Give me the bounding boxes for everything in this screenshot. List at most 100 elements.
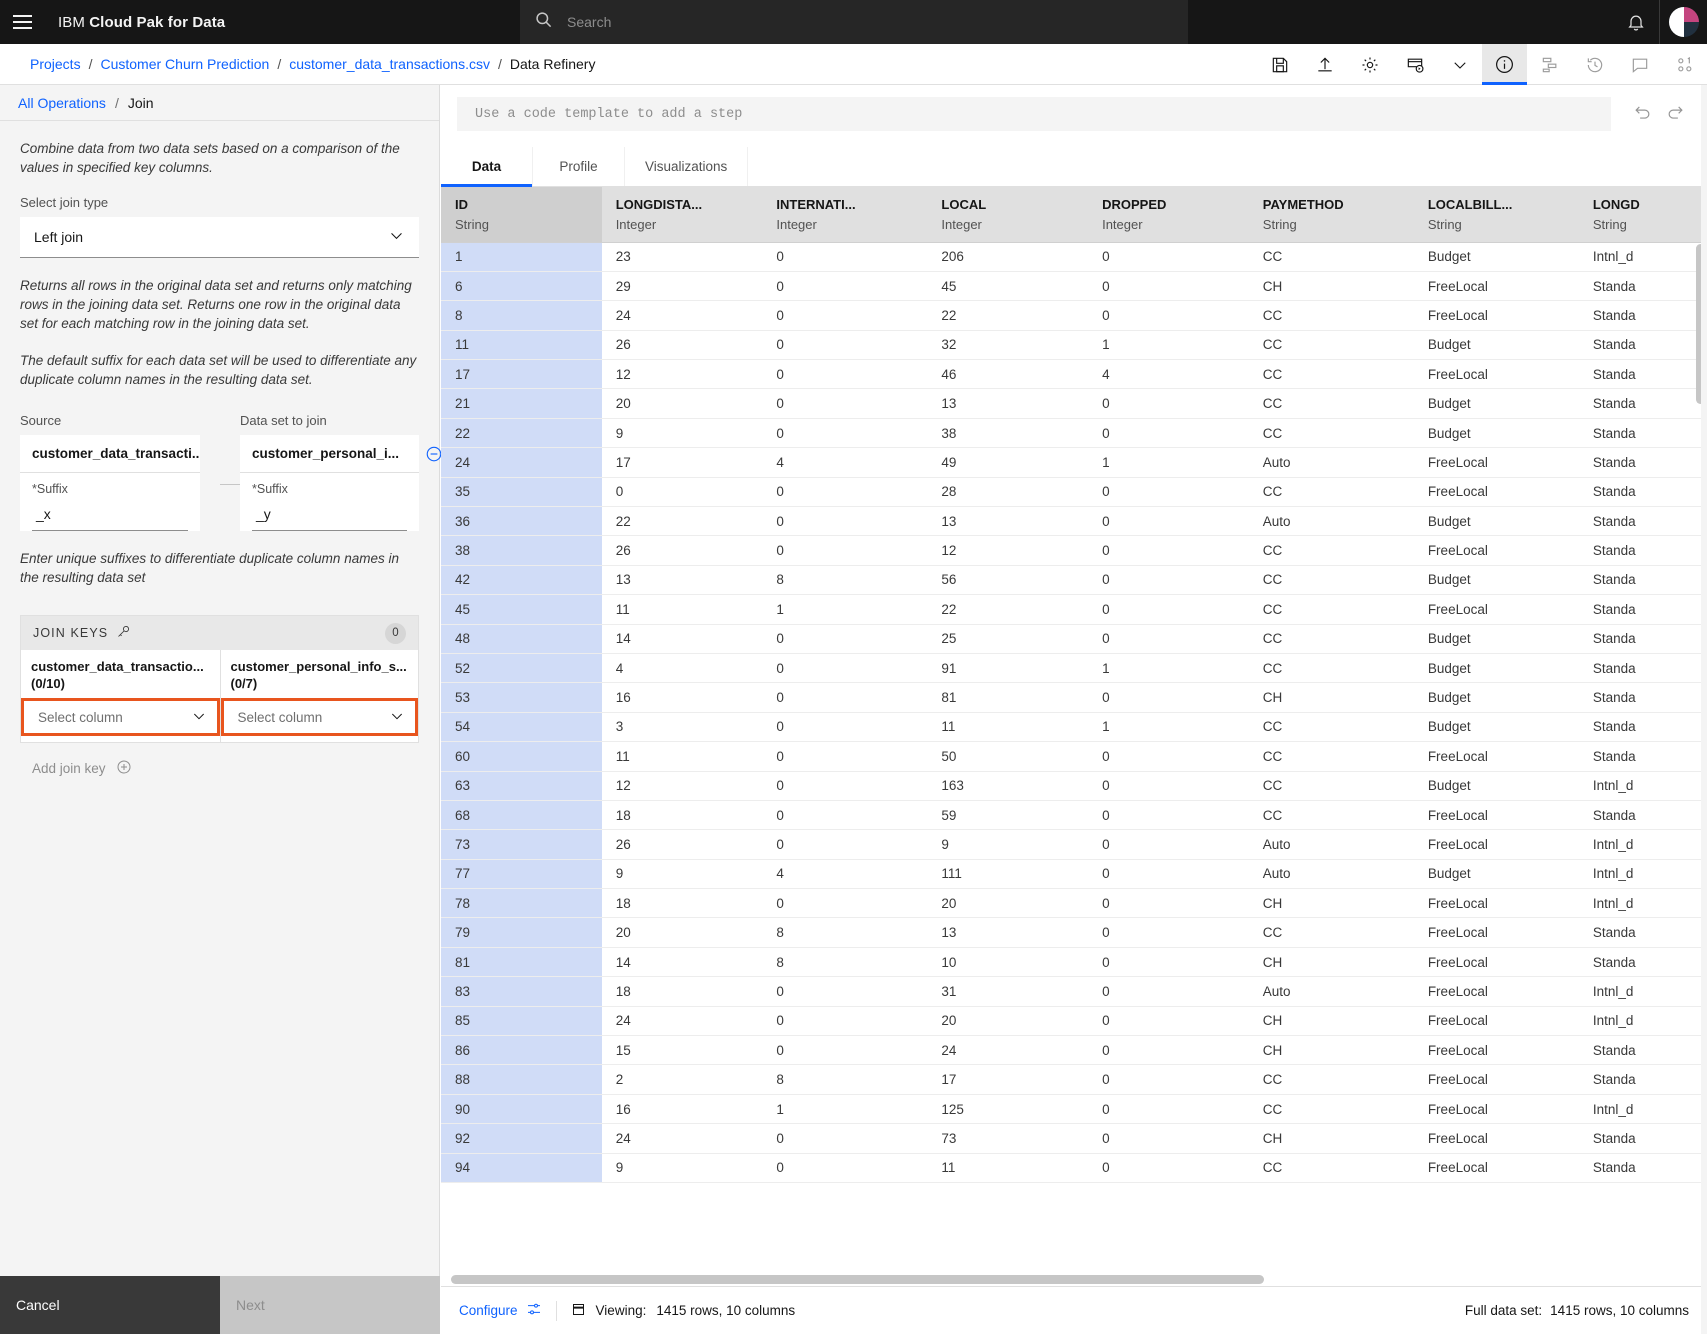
table-cell[interactable]: Standa: [1578, 712, 1707, 743]
table-cell[interactable]: 0: [1088, 741, 1249, 772]
table-cell[interactable]: Budget: [1413, 771, 1579, 801]
table-cell[interactable]: FreeLocal: [1413, 535, 1579, 566]
table-cell[interactable]: 0: [762, 800, 928, 831]
table-row[interactable]: 42 13 8 56 0 CC Budget Standa: [441, 565, 1707, 596]
table-cell[interactable]: 1: [1088, 447, 1249, 478]
table-cell-id[interactable]: 86: [441, 1035, 602, 1066]
table-cell[interactable]: FreeLocal: [1413, 1123, 1579, 1154]
table-cell[interactable]: 9: [601, 859, 763, 890]
table-cell[interactable]: Standa: [1578, 300, 1707, 331]
table-cell[interactable]: 0: [762, 535, 928, 566]
breadcrumb-item-projects[interactable]: Projects: [30, 56, 81, 72]
table-cell[interactable]: Budget: [1413, 682, 1579, 713]
column-header-longdista[interactable]: LONGDISTA... Integer: [601, 187, 763, 243]
table-cell[interactable]: 46: [927, 359, 1089, 390]
table-cell[interactable]: Budget: [1413, 859, 1579, 890]
table-cell[interactable]: 12: [601, 771, 763, 801]
table-cell[interactable]: 0: [1088, 271, 1249, 302]
table-cell-id[interactable]: 81: [441, 947, 602, 978]
save-icon[interactable]: [1257, 44, 1302, 85]
table-row[interactable]: 53 16 0 81 0 CH Budget Standa: [441, 682, 1707, 713]
table-cell-id[interactable]: 68: [441, 800, 602, 831]
table-cell[interactable]: CC: [1248, 535, 1414, 566]
table-cell-id[interactable]: 45: [441, 594, 602, 625]
tab-profile[interactable]: Profile: [533, 147, 625, 186]
table-row[interactable]: 22 9 0 38 0 CC Budget Standa: [441, 418, 1707, 449]
column-header-local[interactable]: LOCAL Integer: [927, 187, 1089, 243]
table-row[interactable]: 78 18 0 20 0 CH FreeLocal Intnl_d: [441, 888, 1707, 919]
table-cell[interactable]: Budget: [1413, 624, 1579, 654]
table-cell[interactable]: 28: [927, 477, 1089, 508]
table-cell[interactable]: FreeLocal: [1413, 1006, 1579, 1037]
table-cell[interactable]: 23: [601, 242, 763, 272]
column-header-id[interactable]: ID String: [441, 187, 602, 243]
table-cell[interactable]: CH: [1248, 888, 1414, 919]
table-cell-id[interactable]: 88: [441, 1064, 602, 1095]
table-row[interactable]: 38 26 0 12 0 CC FreeLocal Standa: [441, 535, 1707, 566]
table-cell[interactable]: 15: [601, 1035, 763, 1066]
table-cell[interactable]: 59: [927, 800, 1089, 831]
table-cell[interactable]: Standa: [1578, 594, 1707, 625]
table-cell[interactable]: 11: [927, 712, 1089, 743]
table-cell[interactable]: Standa: [1578, 1153, 1707, 1184]
table-cell[interactable]: 0: [762, 300, 928, 331]
table-cell[interactable]: Budget: [1413, 712, 1579, 743]
comment-icon[interactable]: [1617, 44, 1662, 85]
table-cell[interactable]: 125: [927, 1094, 1089, 1125]
table-cell[interactable]: Standa: [1578, 682, 1707, 713]
table-row[interactable]: 73 26 0 9 0 Auto FreeLocal Intnl_d: [441, 829, 1707, 860]
table-row[interactable]: 81 14 8 10 0 CH FreeLocal Standa: [441, 947, 1707, 978]
table-cell[interactable]: 13: [927, 506, 1089, 537]
table-cell[interactable]: FreeLocal: [1413, 477, 1579, 508]
table-cell[interactable]: Intnl_d: [1578, 1006, 1707, 1037]
table-cell[interactable]: FreeLocal: [1413, 947, 1579, 978]
table-cell[interactable]: 45: [927, 271, 1089, 302]
table-cell-id[interactable]: 48: [441, 624, 602, 654]
table-cell[interactable]: 22: [601, 506, 763, 537]
table-cell[interactable]: 17: [601, 447, 763, 478]
table-cell[interactable]: CC: [1248, 771, 1414, 801]
table-cell[interactable]: 50: [927, 741, 1089, 772]
table-cell[interactable]: 0: [1088, 535, 1249, 566]
table-cell-id[interactable]: 90: [441, 1094, 602, 1125]
join-key-left-select[interactable]: Select column: [21, 698, 220, 736]
table-cell[interactable]: 56: [927, 565, 1089, 596]
table-cell-id[interactable]: 35: [441, 477, 602, 508]
join-type-select[interactable]: Left join: [20, 217, 419, 258]
table-cell[interactable]: Budget: [1413, 330, 1579, 361]
table-cell[interactable]: 18: [601, 888, 763, 919]
table-row[interactable]: 63 12 0 163 0 CC Budget Intnl_d: [441, 771, 1707, 801]
table-cell[interactable]: 0: [762, 1153, 928, 1184]
table-cell[interactable]: 2: [601, 1064, 763, 1095]
table-cell[interactable]: 17: [927, 1064, 1089, 1095]
table-cell[interactable]: Auto: [1248, 859, 1414, 890]
tab-data[interactable]: Data: [441, 147, 533, 187]
table-cell[interactable]: 8: [762, 565, 928, 596]
table-cell[interactable]: FreeLocal: [1413, 300, 1579, 331]
table-cell-id[interactable]: 11: [441, 330, 602, 361]
table-cell[interactable]: 91: [927, 653, 1089, 684]
table-cell[interactable]: Standa: [1578, 535, 1707, 566]
table-cell[interactable]: 0: [1088, 917, 1249, 948]
table-cell[interactable]: 0: [762, 1006, 928, 1037]
table-cell[interactable]: 0: [1088, 300, 1249, 331]
table-cell[interactable]: CC: [1248, 624, 1414, 654]
table-cell[interactable]: Standa: [1578, 1064, 1707, 1095]
table-cell[interactable]: CC: [1248, 1064, 1414, 1095]
table-cell[interactable]: 25: [927, 624, 1089, 654]
table-cell[interactable]: 1: [1088, 330, 1249, 361]
table-cell[interactable]: 0: [1088, 1035, 1249, 1066]
table-cell[interactable]: 0: [1088, 888, 1249, 919]
table-cell[interactable]: 0: [1088, 624, 1249, 654]
table-cell[interactable]: Standa: [1578, 741, 1707, 772]
horizontal-scrollbar-thumb[interactable]: [451, 1274, 1264, 1284]
table-cell[interactable]: 0: [762, 330, 928, 361]
table-cell[interactable]: 11: [601, 741, 763, 772]
table-cell[interactable]: 26: [601, 829, 763, 860]
table-cell[interactable]: 14: [601, 947, 763, 978]
table-cell[interactable]: 0: [1088, 1064, 1249, 1095]
table-cell[interactable]: 24: [601, 300, 763, 331]
table-cell[interactable]: 0: [762, 624, 928, 654]
table-cell[interactable]: 0: [762, 359, 928, 390]
column-header-localbill[interactable]: LOCALBILL... String: [1413, 187, 1579, 243]
